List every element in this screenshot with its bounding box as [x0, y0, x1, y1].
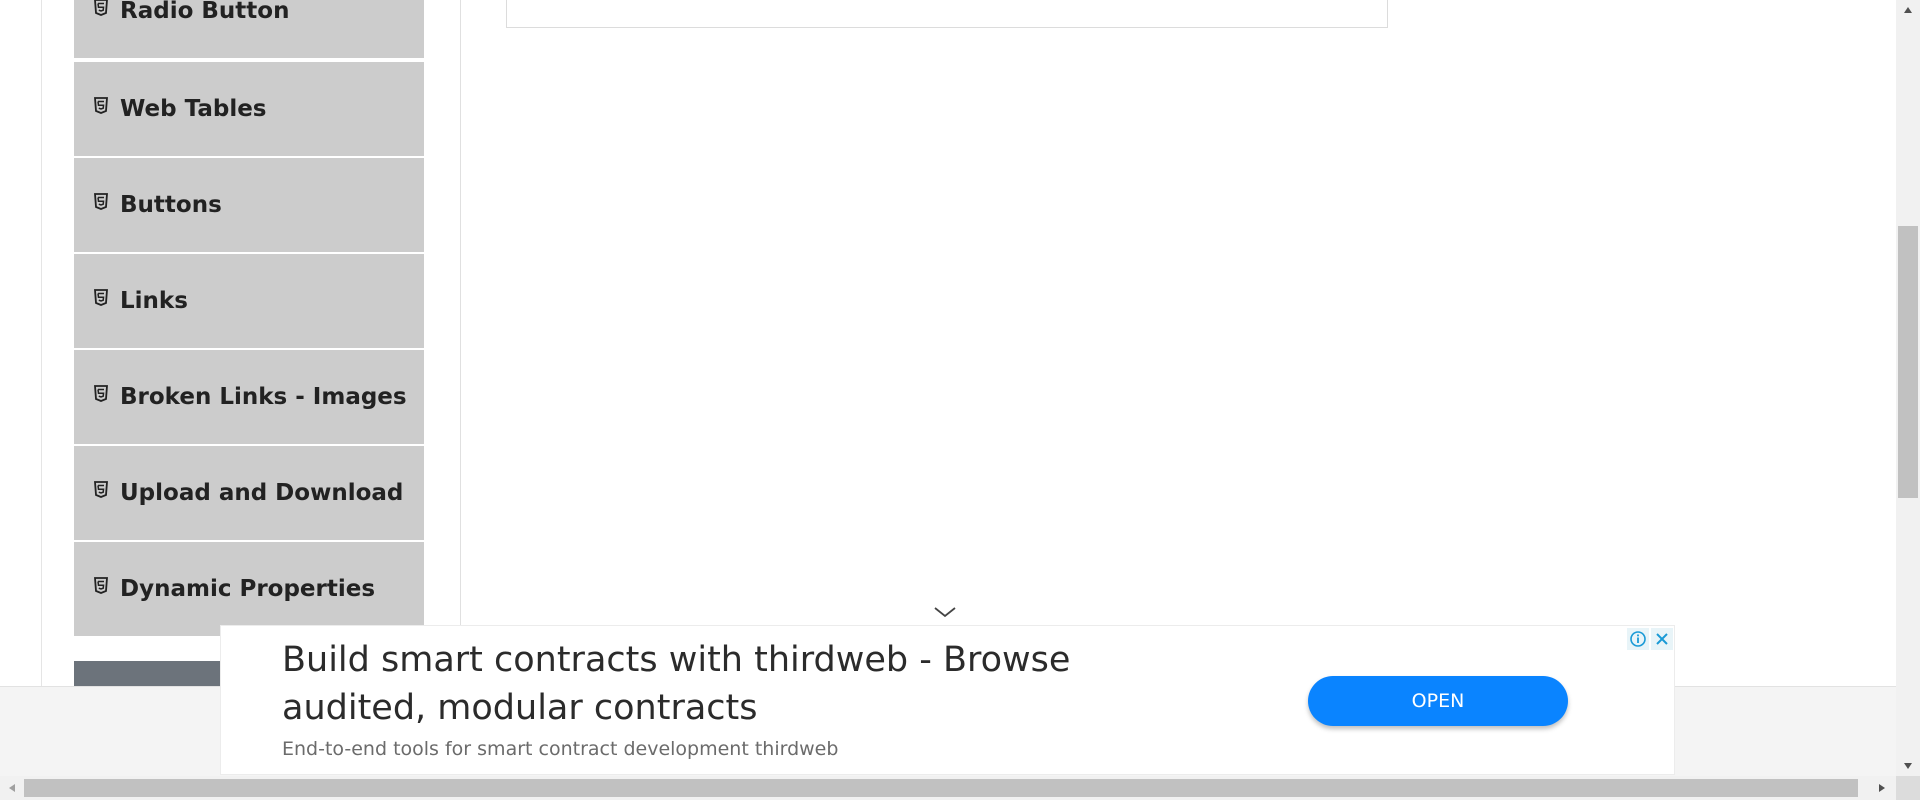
close-icon[interactable] — [1651, 628, 1673, 650]
chevron-down-icon[interactable] — [932, 603, 958, 621]
sidebar-item-dynamic-properties[interactable]: Dynamic Properties — [74, 542, 424, 636]
html5-icon — [94, 480, 108, 498]
html5-icon — [94, 288, 108, 306]
sidebar-item-links[interactable]: Links — [74, 254, 424, 348]
sidebar-item-label: Web Tables — [120, 96, 267, 122]
html5-icon — [94, 96, 108, 114]
sidebar-item-label: Links — [120, 288, 188, 314]
sidebar-item-web-tables[interactable]: Web Tables — [74, 62, 424, 156]
html5-icon — [94, 192, 108, 210]
html5-icon — [94, 384, 108, 402]
scroll-down-arrow-icon[interactable] — [1896, 756, 1920, 776]
scrollbar-corner — [1896, 776, 1920, 800]
ad-open-button[interactable]: OPEN — [1308, 676, 1568, 726]
html5-icon — [94, 576, 108, 594]
sidebar-item-buttons[interactable]: Buttons — [74, 158, 424, 252]
info-icon[interactable] — [1627, 628, 1649, 650]
sidebar-item-label: Dynamic Properties — [120, 576, 376, 602]
vertical-scrollbar-thumb[interactable] — [1898, 226, 1918, 498]
sidebar-divider — [460, 0, 461, 686]
ad-headline[interactable]: Build smart contracts with thirdweb - Br… — [282, 636, 1182, 732]
sidebar-item-upload-download[interactable]: Upload and Download — [74, 446, 424, 540]
menu-separator — [74, 58, 424, 60]
page: Radio Button Web Tables Buttons Links Br… — [0, 0, 1896, 776]
sidebar-item-label: Broken Links - Images — [120, 384, 407, 410]
sidebar-item-label: Radio Button — [120, 0, 290, 24]
html5-icon — [94, 0, 108, 16]
scroll-right-arrow-icon[interactable] — [1872, 776, 1892, 800]
sidebar-item-radio-button[interactable]: Radio Button — [74, 0, 424, 58]
ad-subtext[interactable]: End-to-end tools for smart contract deve… — [282, 738, 838, 760]
sidebar-item-label: Upload and Download — [120, 480, 404, 506]
sidebar-item-label: Buttons — [120, 192, 222, 218]
sidebar-item-broken-links[interactable]: Broken Links - Images — [74, 350, 424, 444]
content-panel — [506, 0, 1388, 28]
container-border — [41, 0, 42, 686]
scroll-up-arrow-icon[interactable] — [1896, 0, 1920, 20]
scroll-left-arrow-icon[interactable] — [2, 776, 22, 800]
horizontal-scrollbar-thumb[interactable] — [24, 779, 1858, 797]
ad-banner[interactable]: Build smart contracts with thirdweb - Br… — [220, 625, 1675, 775]
